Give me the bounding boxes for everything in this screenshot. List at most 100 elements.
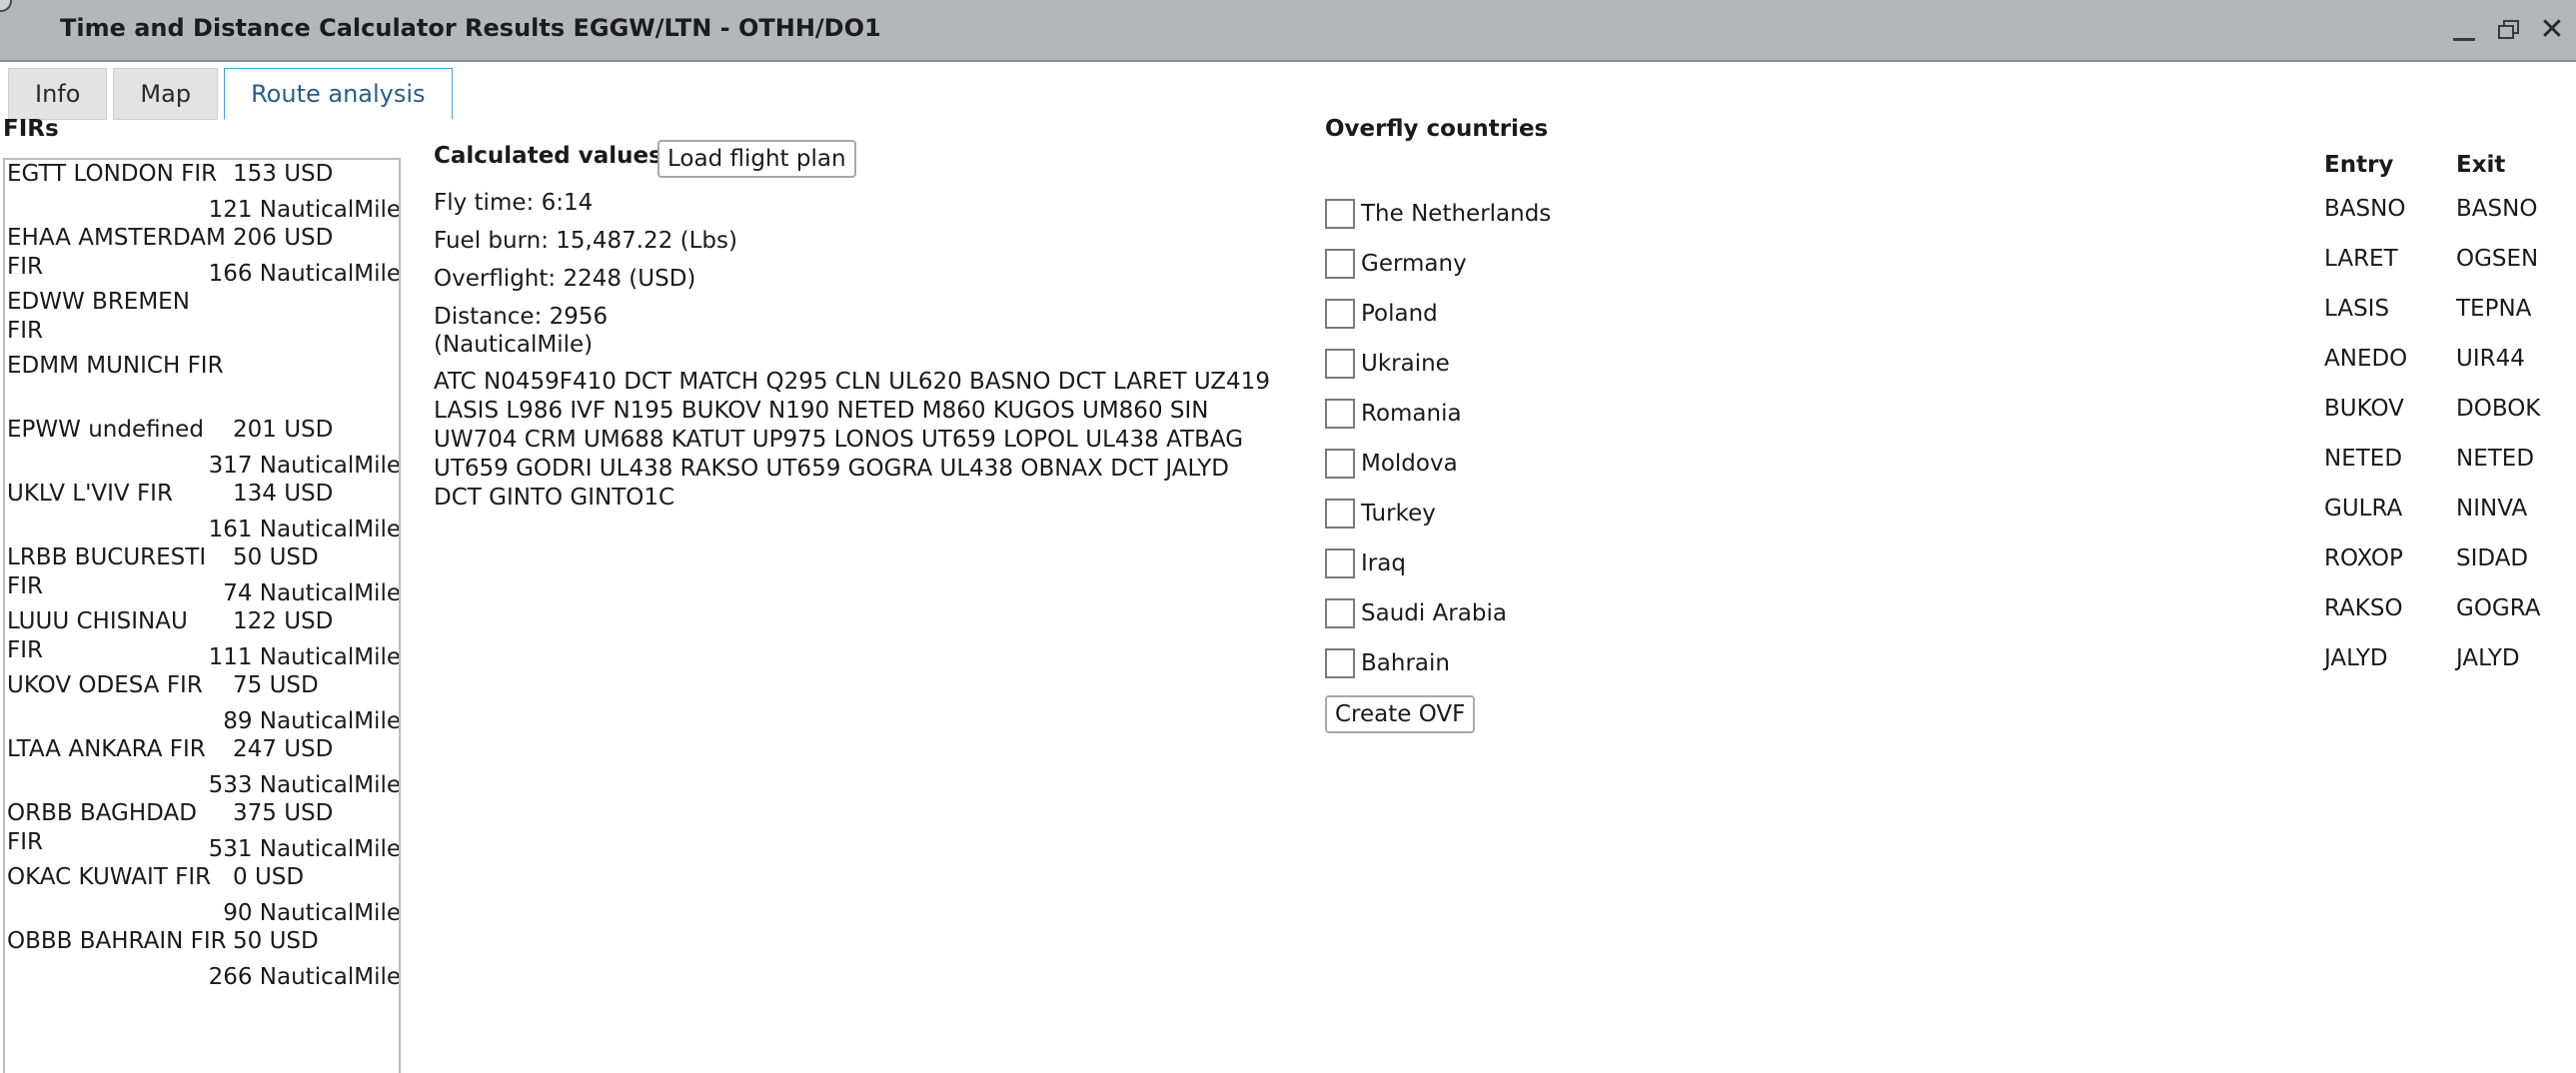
fir-distance: 317 NauticalMile [208,453,401,479]
close-icon[interactable]: ✕ [2536,14,2568,46]
country-label: Bahrain [1361,650,1450,676]
tab-route-analysis[interactable]: Route analysis [224,68,453,120]
fir-distance: 111 NauticalMile [208,644,401,670]
entry-point: ROXOP [2324,545,2403,571]
firs-heading: FIRs [3,116,59,142]
tab-map[interactable]: Map [113,68,219,120]
country-item[interactable]: Turkey [1325,498,1436,530]
country-checkbox[interactable] [1325,648,1355,678]
tab-bar: Info Map Route analysis [8,68,453,120]
exit-point: SIDAD [2456,545,2529,571]
fir-name: LTAA ANKARA FIR [7,736,206,762]
country-item[interactable]: Germany [1325,248,1467,280]
fir-cost: 201 USD [233,417,334,443]
country-checkbox[interactable] [1325,449,1355,479]
fir-name: UKOV ODESA FIR [7,672,203,698]
country-item[interactable]: The Netherlands [1325,198,1551,230]
country-item[interactable]: Bahrain [1325,647,1450,679]
fir-name: EGTT LONDON FIR [7,161,218,187]
fir-cost: 153 USD [233,161,334,187]
exit-header: Exit [2456,152,2506,178]
fir-name: LUUU CHISINAU FIR [7,608,188,663]
fir-name: OKAC KUWAIT FIR [7,864,212,890]
fir-distance: 121 NauticalMile [208,197,401,223]
fir-cost: 122 USD [233,608,334,634]
fir-cost: 75 USD [233,672,319,698]
app-icon [0,0,12,12]
country-item[interactable]: Saudi Arabia [1325,597,1507,629]
fir-name: EDWW BREMEN FIR [7,289,190,344]
restore-icon[interactable] [2493,14,2525,46]
country-checkbox[interactable] [1325,399,1355,429]
fir-distance: 74 NauticalMile [223,580,401,606]
fly-time: Fly time: 6:14 [434,190,594,216]
country-checkbox[interactable] [1325,249,1355,279]
fir-name: EHAA AMSTERDAM FIR [7,225,226,280]
country-label: Ukraine [1361,351,1450,377]
fir-distance: 161 NauticalMile [208,517,401,542]
country-label: The Netherlands [1361,201,1552,227]
country-label: Germany [1361,251,1467,277]
fir-name: LRBB BUCURESTI FIR [7,544,207,599]
distance-value: Distance: 2956 [434,304,609,330]
fir-name: ORBB BAGHDAD FIR [7,800,197,855]
entry-point: RAKSO [2324,595,2403,621]
country-label: Romania [1361,401,1462,427]
fir-distance: 166 NauticalMile [208,261,401,287]
tab-info[interactable]: Info [8,68,108,120]
country-label: Iraq [1361,550,1406,576]
country-item[interactable]: Poland [1325,298,1438,330]
country-checkbox[interactable] [1325,548,1355,578]
exit-point: DOBOK [2456,396,2541,422]
exit-point: GOGRA [2456,595,2541,621]
country-label: Saudi Arabia [1361,600,1507,626]
load-flight-plan-button[interactable]: Load flight plan [657,140,856,178]
exit-point: OGSEN [2456,246,2539,272]
minimize-icon[interactable] [2448,14,2480,46]
fir-list[interactable]: EGTT LONDON FIR 153 USD 121 NauticalMile EH… [3,158,401,1073]
exit-point: BASNO [2456,196,2538,222]
country-checkbox[interactable] [1325,349,1355,379]
fir-cost: 134 USD [233,481,334,507]
fir-distance: 531 NauticalMile [208,836,401,862]
entry-header: Entry [2324,152,2394,178]
overfly-countries-heading: Overfly countries [1325,116,1549,142]
country-checkbox[interactable] [1325,499,1355,529]
entry-point: BASNO [2324,196,2406,222]
fir-distance: 90 NauticalMile [223,900,401,926]
country-item[interactable]: Iraq [1325,547,1406,579]
atc-route: ATC N0459F410 DCT MATCH Q295 CLN UL620 B… [434,369,1270,511]
country-item[interactable]: Moldova [1325,448,1458,480]
entry-point: NETED [2324,446,2403,472]
fir-distance: 266 NauticalMile [208,964,401,990]
fir-name: EDMM MUNICH FIR [7,353,224,379]
entry-point: GULRA [2324,496,2403,522]
fir-distance: 533 NauticalMile [208,772,401,798]
exit-point: NINVA [2456,496,2528,522]
exit-point: TEPNA [2456,296,2532,322]
entry-point: LARET [2324,246,2398,272]
exit-point: UIR44 [2456,346,2525,372]
country-checkbox[interactable] [1325,199,1355,229]
country-item[interactable]: Romania [1325,398,1462,430]
fir-cost: 375 USD [233,800,334,826]
country-label: Poland [1361,301,1438,327]
fir-distance: 89 NauticalMile [223,708,401,734]
overflight-cost: Overflight: 2248 (USD) [434,266,696,292]
window-title: Time and Distance Calculator Results EGG… [60,14,881,42]
country-item[interactable]: Ukraine [1325,348,1450,380]
fir-name: UKLV L'VIV FIR [7,481,173,507]
country-label: Moldova [1361,451,1458,477]
fir-cost: 206 USD [233,225,334,251]
entry-point: JALYD [2324,645,2388,671]
fir-cost: 50 USD [233,928,319,954]
exit-point: JALYD [2456,645,2520,671]
country-label: Turkey [1361,501,1436,527]
country-checkbox[interactable] [1325,299,1355,329]
create-ovf-button[interactable]: Create OVF [1325,695,1476,733]
country-checkbox[interactable] [1325,598,1355,628]
entry-point: ANEDO [2324,346,2408,372]
fir-name: EPWW undefined [7,417,204,443]
distance-unit: (NauticalMile) [434,332,594,358]
entry-point: BUKOV [2324,396,2404,422]
